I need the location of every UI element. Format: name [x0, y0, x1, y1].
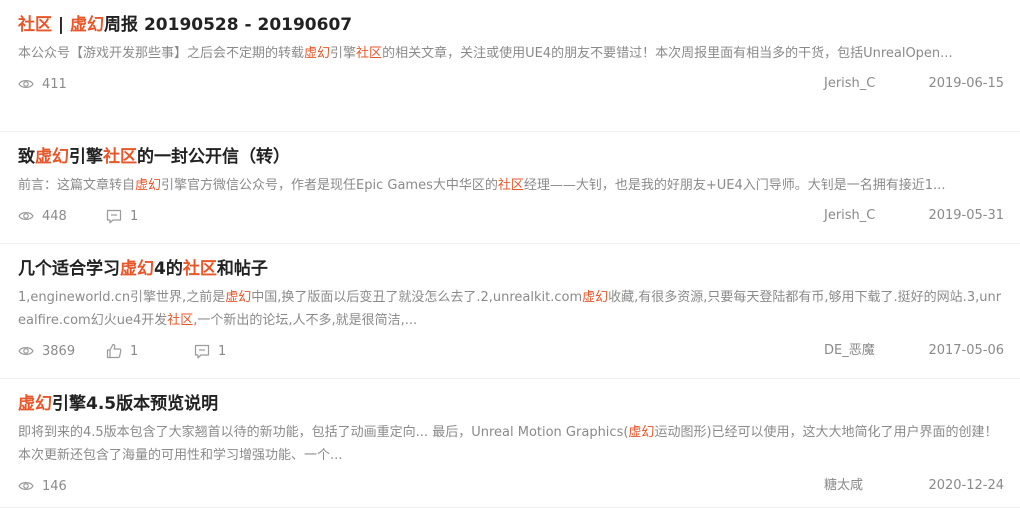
highlight-keyword: 社区 [497, 178, 524, 193]
text-segment: 的相关文章，关注或使用UE4的朋友不要错过！本次周报里面有相当多的干货，包括Un… [382, 46, 953, 61]
thumbs-up-icon [106, 343, 130, 359]
view-count-value: 448 [42, 208, 67, 224]
highlight-keyword: 虚幻 [225, 290, 252, 305]
text-segment: 中国,换了版面以后变丑了就没怎么去了.2,unrealkit.com [251, 290, 583, 305]
article-item[interactable]: 致虚幻引擎社区的一封公开信（转） 前言：这篇文章转自虚幻引擎官方微信公众号，作者是… [0, 132, 1020, 244]
author-name[interactable]: Jerish_C [824, 205, 875, 227]
view-count: 3869 [18, 340, 75, 362]
text-segment: 的一封公开信（转） [137, 147, 290, 167]
highlight-keyword: 虚幻 [18, 394, 52, 414]
text-segment: 致 [18, 147, 35, 167]
publish-date: 2019-06-15 [928, 76, 1004, 91]
view-count: 448 [18, 205, 67, 227]
article-summary: 即将到来的4.5版本包含了大家翘首以待的新功能，包括了动画重定向... 最后，U… [18, 421, 1004, 467]
author-name[interactable]: DE_恶魔 [824, 340, 875, 362]
comment-count: 1 [218, 343, 227, 359]
text-segment: 4的 [154, 259, 183, 279]
article-title[interactable]: 致虚幻引擎社区的一封公开信（转） [18, 144, 1004, 170]
view-count: 411 [18, 73, 67, 95]
highlight-keyword: 虚幻 [120, 259, 154, 279]
eye-icon [18, 78, 42, 90]
text-segment: 经理——大钊，也是我的好朋友+UE4入门导师。大钊是一名拥有接近1... [523, 178, 946, 193]
publish-date: 2020-12-24 [928, 478, 1004, 493]
text-segment: 即将到来的4.5版本包含了大家翘首以待的新功能，包括了动画重定向... 最后，U… [18, 425, 629, 440]
text-segment: 和帖子 [216, 259, 268, 279]
text-segment: 1,engineworld.cn引擎世界,之前是 [18, 290, 226, 305]
like-count: 1 [130, 343, 139, 359]
comment-icon [106, 209, 130, 224]
article-title[interactable]: 几个适合学习虚幻4的社区和帖子 [18, 256, 1004, 282]
article-summary: 本公众号【游戏开发那些事】之后会不定期的转载虚幻引擎社区的相关文章，关注或使用U… [18, 42, 1004, 65]
highlight-keyword: 社区 [182, 259, 217, 279]
article-meta: 411 Jerish_C 2019-06-15 [18, 73, 1004, 95]
text-segment: 引擎 [330, 46, 357, 61]
highlight-keyword: 社区 [18, 15, 52, 35]
article-title[interactable]: 社区 | 虚幻周报 20190528 - 20190607 [18, 12, 1004, 38]
article-summary: 前言：这篇文章转自虚幻引擎官方微信公众号，作者是现任Epic Games大中华区… [18, 174, 1004, 197]
highlight-keyword: 虚幻 [628, 425, 655, 440]
text-segment: 引擎官方微信公众号，作者是现任Epic Games大中华区的 [161, 178, 498, 193]
like-button[interactable]: 1 [106, 340, 138, 362]
highlight-keyword: 社区 [167, 313, 194, 328]
publish-date: 2017-05-06 [928, 343, 1004, 358]
highlight-keyword: 社区 [356, 46, 383, 61]
article-list: 社区 | 虚幻周报 20190528 - 20190607 本公众号【游戏开发那些… [0, 0, 1020, 508]
article-item[interactable]: 几个适合学习虚幻4的社区和帖子 1,engineworld.cn引擎世界,之前是虚… [0, 244, 1020, 379]
eye-icon [18, 345, 42, 357]
text-segment: 引擎 [69, 147, 103, 167]
text-segment: 本公众号【游戏开发那些事】之后会不定期的转载 [18, 46, 305, 61]
comment-button[interactable]: 1 [194, 340, 226, 362]
highlight-keyword: 虚幻 [304, 46, 331, 61]
highlight-keyword: 虚幻 [582, 290, 609, 305]
article-summary: 1,engineworld.cn引擎世界,之前是虚幻中国,换了版面以后变丑了就没… [18, 286, 1004, 332]
highlight-keyword: 虚幻 [135, 178, 162, 193]
comment-count: 1 [130, 208, 139, 224]
author-name[interactable]: Jerish_C [824, 73, 875, 95]
article-meta: 146 糖太咸 2020-12-24 [18, 475, 1004, 497]
text-segment: 引擎4.5版本预览说明 [52, 394, 219, 414]
comment-icon [194, 344, 218, 359]
publish-date: 2019-05-31 [928, 208, 1004, 223]
eye-icon [18, 210, 42, 222]
view-count: 146 [18, 475, 67, 497]
view-count-value: 411 [42, 76, 67, 92]
view-count-value: 146 [42, 478, 67, 494]
article-meta: 3869 1 1 DE_恶魔 2017-05-06 [18, 340, 1004, 362]
view-count-value: 3869 [42, 343, 76, 359]
highlight-keyword: 社区 [103, 147, 137, 167]
text-segment: | [52, 15, 71, 35]
article-title[interactable]: 虚幻引擎4.5版本预览说明 [18, 391, 1004, 417]
article-item[interactable]: 社区 | 虚幻周报 20190528 - 20190607 本公众号【游戏开发那些… [0, 0, 1020, 132]
article-meta: 448 1 Jerish_C 2019-05-31 [18, 205, 1004, 227]
text-segment: 周报 20190528 - 20190607 [104, 15, 353, 35]
text-segment: 几个适合学习 [18, 259, 120, 279]
comment-button[interactable]: 1 [106, 205, 138, 227]
text-segment: 前言：这篇文章转自 [18, 178, 136, 193]
eye-icon [18, 480, 42, 492]
highlight-keyword: 虚幻 [70, 15, 105, 35]
author-name[interactable]: 糖太咸 [824, 475, 863, 497]
text-segment: ,一个新出的论坛,人不多,就是很简洁,... [193, 313, 418, 328]
article-item[interactable]: 虚幻引擎4.5版本预览说明 即将到来的4.5版本包含了大家翘首以待的新功能，包括了… [0, 379, 1020, 508]
highlight-keyword: 虚幻 [35, 147, 69, 167]
